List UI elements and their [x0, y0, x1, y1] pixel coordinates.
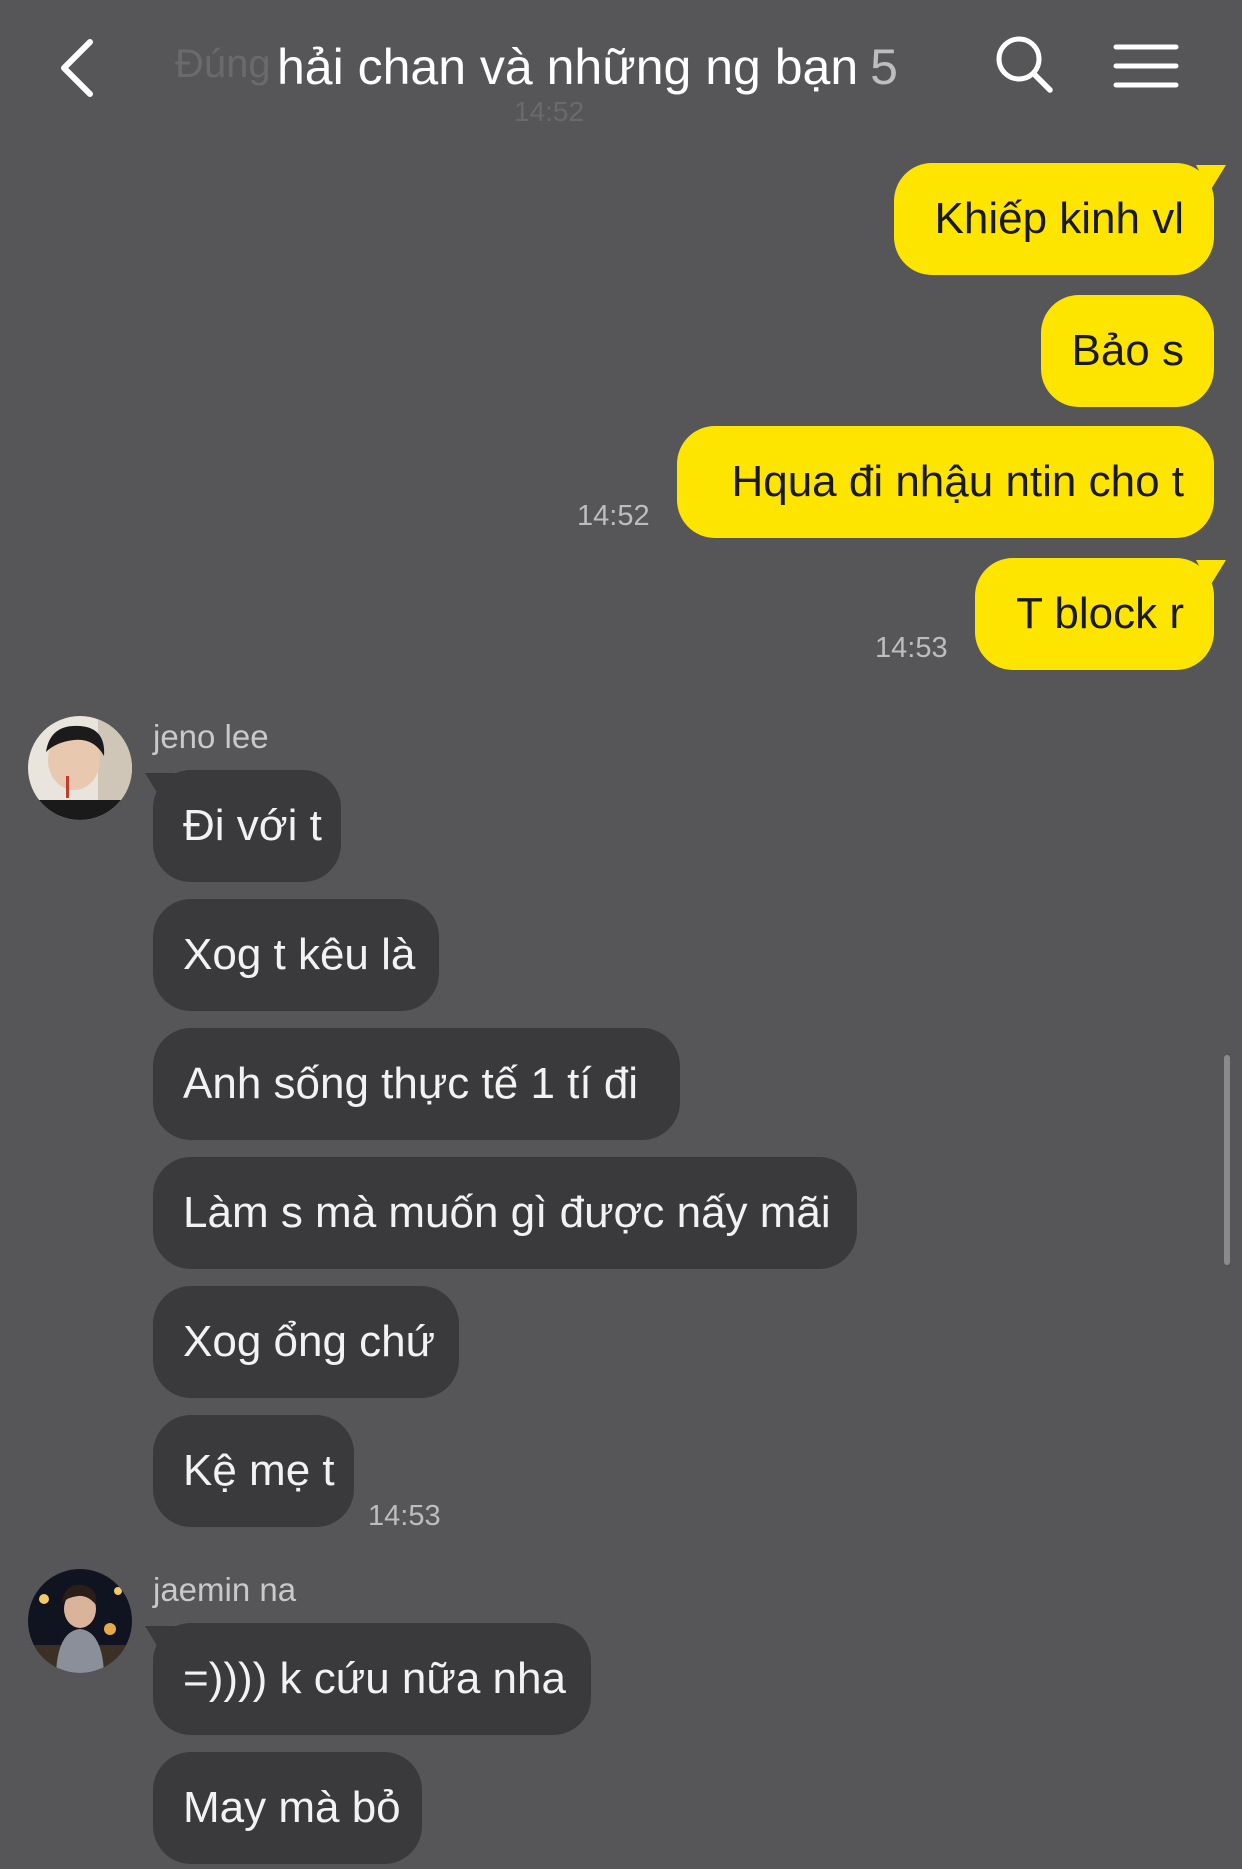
- incoming-message[interactable]: Làm s mà muốn gì được nấy mãi: [153, 1157, 857, 1269]
- outgoing-message[interactable]: T block r: [975, 558, 1214, 670]
- message-text: Khiếp kinh vl: [934, 194, 1184, 243]
- ghost-preview-text: Đúng: [175, 42, 271, 86]
- scrollbar[interactable]: [1224, 1055, 1230, 1265]
- hamburger-menu-icon: [1113, 44, 1179, 88]
- search-icon: [996, 36, 1053, 93]
- message-text: Làm s mà muốn gì được nấy mãi: [183, 1188, 831, 1237]
- message-text: Đi với t: [183, 801, 322, 850]
- menu-button[interactable]: [1110, 30, 1182, 100]
- message-time: 14:53: [875, 632, 948, 664]
- chevron-left-icon: [61, 39, 93, 97]
- outgoing-message[interactable]: Bảo s: [1041, 295, 1214, 407]
- incoming-message[interactable]: Đi với t: [153, 770, 341, 882]
- incoming-message[interactable]: Anh sống thực tế 1 tí đi: [153, 1028, 680, 1140]
- message-text: Anh sống thực tế 1 tí đi: [183, 1059, 639, 1108]
- bubble-tail: [1196, 165, 1226, 191]
- message-text: Xog t kêu là: [183, 930, 416, 979]
- incoming-message[interactable]: May mà bỏ: [153, 1752, 422, 1864]
- message-text: Bảo s: [1071, 326, 1184, 375]
- avatar-image: [28, 1569, 132, 1673]
- chat-title[interactable]: hải chan và những ng bạn 5: [277, 38, 898, 96]
- sender-name: jaemin na: [153, 1571, 297, 1608]
- incoming-message[interactable]: Kệ mẹ t: [153, 1415, 354, 1527]
- search-button[interactable]: [990, 30, 1060, 100]
- back-button[interactable]: [48, 30, 108, 100]
- sender-name: jeno lee: [153, 718, 269, 755]
- message-time: 14:52: [577, 500, 650, 532]
- message-text: T block r: [1016, 589, 1184, 638]
- avatar[interactable]: [28, 716, 132, 820]
- outgoing-message[interactable]: Khiếp kinh vl: [894, 163, 1214, 275]
- chat-title-text: hải chan và những ng bạn: [277, 39, 859, 95]
- outgoing-message[interactable]: Hqua đi nhậu ntin cho t: [677, 426, 1214, 538]
- avatar[interactable]: [28, 1569, 132, 1673]
- message-text: Kệ mẹ t: [183, 1446, 335, 1495]
- message-text: Xog ổng chứ: [183, 1317, 436, 1366]
- message-text: May mà bỏ: [183, 1783, 401, 1832]
- ghost-preview-time: 14:52: [514, 96, 585, 127]
- message-text: =)))) k cứu nữa nha: [183, 1654, 566, 1703]
- chat-header: Đúng 14:52 hải chan và những ng bạn 5: [0, 0, 1242, 140]
- avatar-image: [28, 716, 132, 820]
- incoming-message[interactable]: Xog t kêu là: [153, 899, 439, 1011]
- incoming-message[interactable]: =)))) k cứu nữa nha: [153, 1623, 591, 1735]
- member-count: 5: [870, 39, 898, 95]
- incoming-message[interactable]: Xog ổng chứ: [153, 1286, 459, 1398]
- message-time: 14:53: [368, 1500, 441, 1532]
- message-text: Hqua đi nhậu ntin cho t: [731, 457, 1184, 506]
- bubble-tail: [1196, 560, 1226, 586]
